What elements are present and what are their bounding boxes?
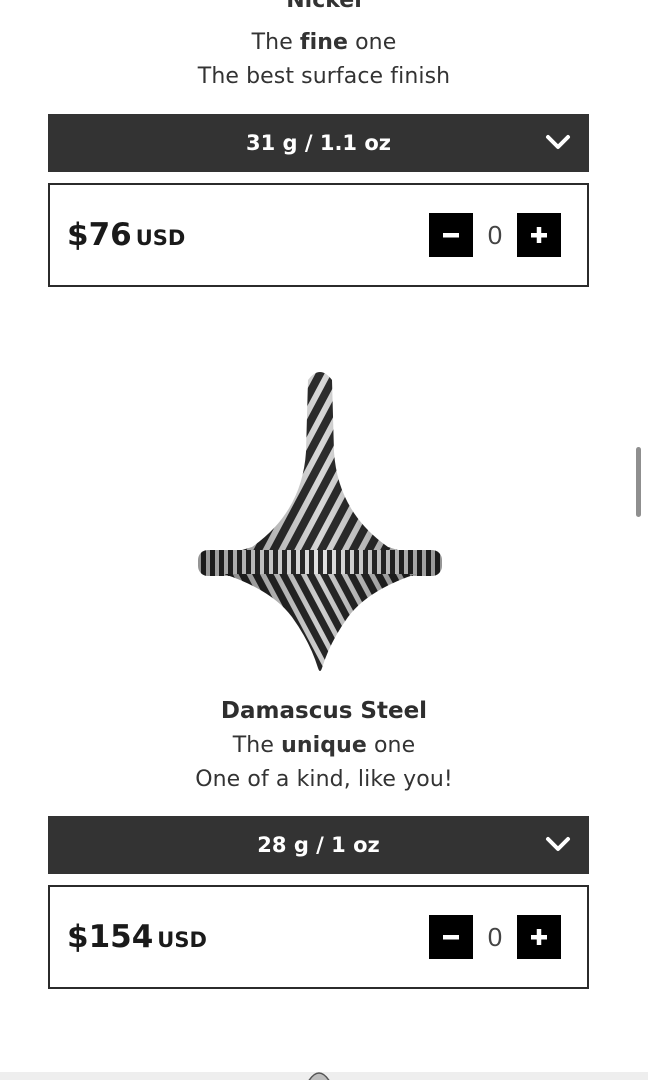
minus-icon [443,935,459,940]
tagline-emphasis: unique [281,733,367,758]
next-product-image-peek [308,1072,330,1080]
decrement-button[interactable] [429,213,473,257]
minus-icon [443,233,459,238]
price-row: $154 USD 0 [48,885,589,989]
increment-button[interactable] [517,213,561,257]
price-label: $76 USD [67,217,185,253]
chevron-down-icon [546,135,570,149]
price-amount: $76 [67,217,132,253]
tagline-prefix: The [251,30,300,55]
product-tagline: The unique one [0,733,648,758]
price-amount: $154 [67,919,154,955]
decrement-button[interactable] [429,915,473,959]
tagline-suffix: one [366,733,416,758]
quantity-value[interactable]: 0 [473,220,517,251]
weight-select-value: 28 g / 1 oz [257,833,380,857]
product-list-page: Nickel The fine one The best surface fin… [0,0,648,1080]
product-name: Nickel [286,0,362,13]
product-tagline: The fine one [0,30,648,55]
damascus-steel-spinning-top-image [198,372,442,671]
plus-icon [531,227,547,243]
product-name: Damascus Steel [220,698,428,724]
product-description: One of a kind, like you! [195,767,453,792]
price-currency: USD [135,226,186,250]
product-description: The best surface finish [197,64,451,89]
weight-select[interactable]: 31 g / 1.1 oz [48,114,589,172]
plus-icon [531,929,547,945]
tagline-emphasis: fine [299,30,349,55]
quantity-value[interactable]: 0 [473,922,517,953]
price-currency: USD [157,928,207,952]
increment-button[interactable] [517,915,561,959]
price-row: $76 USD 0 [48,183,589,287]
tagline-suffix: one [348,30,397,55]
weight-select-value: 31 g / 1.1 oz [245,131,392,155]
price-label: $154 USD [67,919,207,955]
quantity-stepper: 0 [429,915,561,959]
quantity-stepper: 0 [429,213,561,257]
chevron-down-icon [546,837,570,851]
tagline-prefix: The [232,733,282,758]
weight-select[interactable]: 28 g / 1 oz [48,816,589,874]
scrollbar-thumb[interactable] [636,447,641,517]
